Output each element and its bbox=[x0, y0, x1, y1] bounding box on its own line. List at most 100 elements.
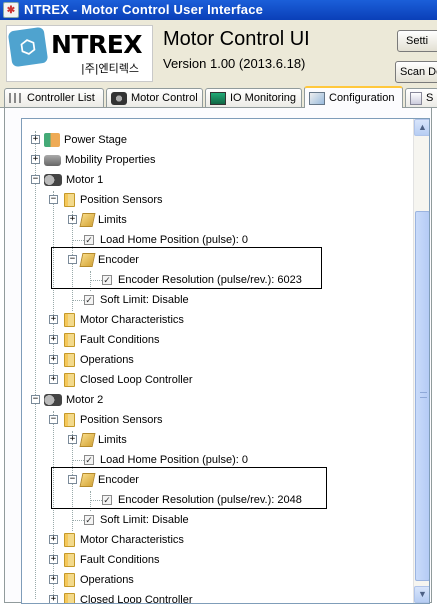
folder-open-icon bbox=[79, 213, 96, 227]
tree-node-label: Fault Conditions bbox=[80, 334, 160, 346]
expand-toggle[interactable]: + bbox=[49, 535, 58, 544]
tree-node-mobility-properties[interactable]: Mobility Properties bbox=[44, 150, 155, 170]
tree-node-power-stage[interactable]: Power Stage bbox=[44, 130, 127, 150]
tree-node-label: Mobility Properties bbox=[65, 154, 156, 166]
ntrex-logo: ⬡ NTREX |주|엔티렉스 bbox=[6, 25, 153, 82]
expand-toggle[interactable]: + bbox=[31, 155, 40, 164]
tree-node-label: Operations bbox=[80, 574, 134, 586]
tree-node-closed-loop-controller[interactable]: Closed Loop Controller bbox=[62, 590, 193, 604]
tab-script[interactable]: S bbox=[405, 88, 437, 107]
tab-io-monitoring[interactable]: IO Monitoring bbox=[205, 88, 302, 107]
expand-toggle[interactable]: + bbox=[68, 435, 77, 444]
script-icon bbox=[410, 91, 422, 105]
tree-node-operations[interactable]: Operations bbox=[62, 570, 134, 590]
tree-scrollbar[interactable]: ▲ ▼ bbox=[413, 119, 429, 603]
tree-node-label: Encoder Resolution (pulse/rev.): 6023 bbox=[118, 274, 302, 286]
scan-devices-button[interactable]: Scan De bbox=[395, 61, 437, 83]
tree-node-fault-conditions[interactable]: Fault Conditions bbox=[62, 550, 160, 570]
tree-node-label: Motor Characteristics bbox=[80, 314, 184, 326]
collapse-toggle[interactable]: − bbox=[68, 475, 77, 484]
expand-toggle[interactable]: + bbox=[68, 215, 77, 224]
scrollbar-thumb[interactable] bbox=[415, 211, 429, 581]
expand-toggle[interactable]: + bbox=[49, 595, 58, 603]
tree-node-label: Encoder bbox=[98, 254, 139, 266]
motor-icon bbox=[44, 394, 62, 406]
tree-node-fault-conditions[interactable]: Fault Conditions bbox=[62, 330, 160, 350]
tree-node-label: Closed Loop Controller bbox=[80, 594, 193, 604]
tree-node-closed-loop-controller[interactable]: Closed Loop Controller bbox=[62, 370, 193, 390]
folder-open-icon bbox=[79, 473, 96, 487]
expand-toggle[interactable]: + bbox=[49, 355, 58, 364]
scroll-down-arrow-icon[interactable]: ▼ bbox=[414, 586, 429, 603]
tree-node-label: Operations bbox=[80, 354, 134, 366]
folder-icon bbox=[64, 313, 75, 327]
tree-node-position-sensors[interactable]: Position Sensors bbox=[62, 410, 163, 430]
checked-item-icon: ✓ bbox=[84, 295, 94, 305]
collapse-toggle[interactable]: − bbox=[68, 255, 77, 264]
expand-toggle[interactable]: + bbox=[49, 335, 58, 344]
collapse-toggle[interactable]: − bbox=[49, 415, 58, 424]
tree-node-limits[interactable]: Limits bbox=[79, 430, 127, 450]
tree-node-label: Motor Characteristics bbox=[80, 534, 184, 546]
title-bar: ✱ NTREX - Motor Control User Interface bbox=[0, 0, 437, 20]
tree-node-label: Soft Limit: Disable bbox=[100, 294, 189, 306]
header: ⬡ NTREX |주|엔티렉스 Motor Control UI Version… bbox=[0, 20, 437, 86]
collapse-toggle[interactable]: − bbox=[31, 175, 40, 184]
tree-node-limits[interactable]: Limits bbox=[79, 210, 127, 230]
tree-node-label: Motor 2 bbox=[66, 394, 104, 406]
monitor-icon bbox=[210, 91, 226, 105]
configuration-panel: + Power Stage + Mobility Properties − Mo… bbox=[4, 108, 432, 604]
tab-configuration[interactable]: Configuration bbox=[304, 86, 403, 108]
tree-node-label: Position Sensors bbox=[80, 414, 163, 426]
tree-node-label: Limits bbox=[98, 214, 127, 226]
tree-node-label: Load Home Position (pulse): 0 bbox=[100, 454, 248, 466]
tree-node-motor-characteristics[interactable]: Motor Characteristics bbox=[62, 310, 184, 330]
tree-node-label: Position Sensors bbox=[80, 194, 163, 206]
app-icon[interactable]: ✱ bbox=[3, 2, 19, 18]
folder-icon bbox=[64, 193, 75, 207]
tree-node-encoder[interactable]: Encoder bbox=[79, 250, 139, 270]
expand-toggle[interactable]: + bbox=[49, 575, 58, 584]
motor-control-icon bbox=[111, 91, 127, 105]
tree-node-label: Fault Conditions bbox=[80, 554, 160, 566]
tree-node-label: Limits bbox=[98, 434, 127, 446]
tree-line bbox=[90, 500, 102, 501]
tab-label: IO Monitoring bbox=[230, 92, 297, 104]
logo-subtitle: |주|엔티렉스 bbox=[81, 62, 140, 75]
tree-node-encoder-resolution[interactable]: ✓ Encoder Resolution (pulse/rev.): 2048 bbox=[102, 490, 302, 510]
configuration-tree[interactable]: + Power Stage + Mobility Properties − Mo… bbox=[21, 118, 430, 604]
settings-button[interactable]: Setti bbox=[397, 30, 437, 52]
tree-node-encoder-resolution[interactable]: ✓ Encoder Resolution (pulse/rev.): 6023 bbox=[102, 270, 302, 290]
list-icon bbox=[9, 93, 23, 103]
tree-node-position-sensors[interactable]: Position Sensors bbox=[62, 190, 163, 210]
tree-line bbox=[72, 520, 84, 521]
tab-controller-list[interactable]: Controller List bbox=[4, 88, 104, 107]
tree-node-motor-characteristics[interactable]: Motor Characteristics bbox=[62, 530, 184, 550]
tree-node-motor-2[interactable]: Motor 2 bbox=[44, 390, 103, 410]
tab-motor-control[interactable]: Motor Control bbox=[106, 88, 203, 107]
scroll-up-arrow-icon[interactable]: ▲ bbox=[414, 119, 429, 136]
checked-item-icon: ✓ bbox=[102, 275, 112, 285]
checked-item-icon: ✓ bbox=[84, 455, 94, 465]
tree-node-label: Encoder Resolution (pulse/rev.): 2048 bbox=[118, 494, 302, 506]
checked-item-icon: ✓ bbox=[102, 495, 112, 505]
tree-line bbox=[35, 131, 36, 599]
collapse-toggle[interactable]: − bbox=[49, 195, 58, 204]
expand-toggle[interactable]: + bbox=[49, 375, 58, 384]
mobility-icon bbox=[44, 154, 61, 166]
tree-node-soft-limit[interactable]: ✓ Soft Limit: Disable bbox=[84, 510, 189, 530]
expand-toggle[interactable]: + bbox=[31, 135, 40, 144]
tree-node-encoder[interactable]: Encoder bbox=[79, 470, 139, 490]
power-stage-icon bbox=[44, 133, 60, 147]
tree-node-label: Load Home Position (pulse): 0 bbox=[100, 234, 248, 246]
tab-strip: Controller List Motor Control IO Monitor… bbox=[0, 86, 437, 108]
tree-node-operations[interactable]: Operations bbox=[62, 350, 134, 370]
collapse-toggle[interactable]: − bbox=[31, 395, 40, 404]
expand-toggle[interactable]: + bbox=[49, 315, 58, 324]
tree-node-motor-1[interactable]: Motor 1 bbox=[44, 170, 103, 190]
window-title: NTREX - Motor Control User Interface bbox=[24, 2, 264, 17]
tree-node-soft-limit[interactable]: ✓ Soft Limit: Disable bbox=[84, 290, 189, 310]
expand-toggle[interactable]: + bbox=[49, 555, 58, 564]
motor-icon bbox=[44, 174, 62, 186]
tab-label: Configuration bbox=[329, 92, 395, 104]
